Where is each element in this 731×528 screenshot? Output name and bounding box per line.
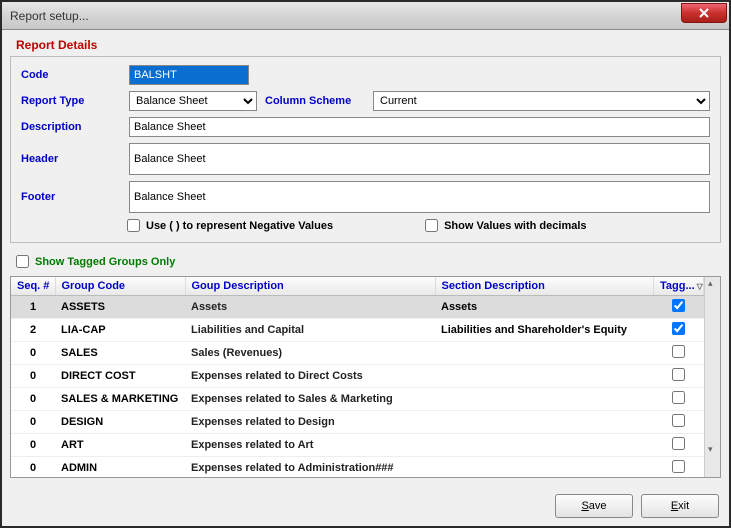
cell-section-desc: Liabilities and Shareholder's Equity — [435, 319, 654, 342]
col-tagged[interactable]: Tagg...▽ — [654, 277, 704, 296]
cell-group-desc: Expenses related to Art — [185, 434, 435, 457]
cell-section-desc: Assets — [435, 296, 654, 319]
neg-paren-checkbox[interactable] — [127, 219, 140, 232]
cell-group-code: ADMIN — [55, 457, 185, 478]
header-input[interactable] — [129, 143, 710, 175]
save-button[interactable]: Save — [555, 494, 633, 518]
cell-section-desc — [435, 388, 654, 411]
exit-button[interactable]: Exit — [641, 494, 719, 518]
cell-section-desc — [435, 342, 654, 365]
report-type-select[interactable]: Balance Sheet — [129, 91, 257, 111]
column-scheme-label: Column Scheme — [265, 95, 365, 107]
cell-tagged — [654, 365, 704, 388]
cell-tagged — [654, 296, 704, 319]
save-btn-rest: ave — [589, 500, 607, 512]
tagged-only-label: Show Tagged Groups Only — [35, 256, 175, 268]
cell-tagged — [654, 388, 704, 411]
table-row[interactable]: 0DESIGNExpenses related to Design — [11, 411, 704, 434]
tagged-checkbox[interactable] — [672, 322, 685, 335]
table-row[interactable]: 1ASSETSAssetsAssets — [11, 296, 704, 319]
sort-desc-icon: ▽ — [697, 282, 703, 291]
show-decimals-label: Show Values with decimals — [444, 220, 586, 232]
description-input[interactable] — [129, 117, 710, 137]
cell-tagged — [654, 342, 704, 365]
cell-group-desc: Assets — [185, 296, 435, 319]
tagged-only-checkbox[interactable] — [16, 255, 29, 268]
close-button[interactable] — [681, 3, 727, 23]
dialog-content: Report Details Code Report Type Balance … — [2, 30, 729, 526]
cell-section-desc — [435, 365, 654, 388]
tagged-checkbox[interactable] — [672, 437, 685, 450]
show-decimals-checkbox[interactable] — [425, 219, 438, 232]
tagged-checkbox[interactable] — [672, 345, 685, 358]
col-section-desc[interactable]: Section Description — [435, 277, 654, 296]
cell-seq: 0 — [11, 365, 55, 388]
tagged-checkbox[interactable] — [672, 414, 685, 427]
col-seq[interactable]: Seq. # — [11, 277, 55, 296]
cell-seq: 0 — [11, 388, 55, 411]
cell-seq: 0 — [11, 411, 55, 434]
cell-seq: 1 — [11, 296, 55, 319]
cell-seq: 0 — [11, 434, 55, 457]
code-label: Code — [21, 69, 121, 81]
cell-group-desc: Expenses related to Design — [185, 411, 435, 434]
cell-seq: 0 — [11, 457, 55, 478]
cell-section-desc — [435, 457, 654, 478]
tagged-checkbox[interactable] — [672, 460, 685, 473]
report-details-box: Code Report Type Balance Sheet Column Sc… — [10, 56, 721, 243]
col-group-code[interactable]: Group Code — [55, 277, 185, 296]
close-icon — [698, 7, 710, 19]
cell-tagged — [654, 411, 704, 434]
col-group-desc[interactable]: Goup Description — [185, 277, 435, 296]
exit-btn-rest: xit — [678, 500, 689, 512]
table-row[interactable]: 0ADMINExpenses related to Administration… — [11, 457, 704, 478]
table-row[interactable]: 2LIA-CAPLiabilities and CapitalLiabiliti… — [11, 319, 704, 342]
window-title: Report setup... — [10, 9, 89, 23]
cell-group-desc: Expenses related to Direct Costs — [185, 365, 435, 388]
code-input[interactable] — [129, 65, 249, 85]
cell-group-code: LIA-CAP — [55, 319, 185, 342]
header-label: Header — [21, 153, 121, 165]
section-title: Report Details — [10, 38, 721, 52]
cell-group-code: ART — [55, 434, 185, 457]
cell-group-code: DESIGN — [55, 411, 185, 434]
cell-group-desc: Sales (Revenues) — [185, 342, 435, 365]
cell-section-desc — [435, 434, 654, 457]
column-scheme-select[interactable]: Current — [373, 91, 710, 111]
footer-input[interactable] — [129, 181, 710, 213]
cell-group-desc: Expenses related to Administration### — [185, 457, 435, 478]
cell-seq: 0 — [11, 342, 55, 365]
cell-tagged — [654, 434, 704, 457]
cell-tagged — [654, 319, 704, 342]
neg-paren-label: Use ( ) to represent Negative Values — [146, 220, 333, 232]
description-label: Description — [21, 121, 121, 133]
report-type-label: Report Type — [21, 95, 121, 107]
cell-group-code: SALES — [55, 342, 185, 365]
groups-grid: Seq. # Group Code Goup Description Secti… — [10, 276, 721, 478]
cell-tagged — [654, 457, 704, 478]
cell-group-desc: Liabilities and Capital — [185, 319, 435, 342]
tagged-checkbox[interactable] — [672, 391, 685, 404]
table-row[interactable]: 0DIRECT COSTExpenses related to Direct C… — [11, 365, 704, 388]
cell-group-desc: Expenses related to Sales & Marketing — [185, 388, 435, 411]
table-row[interactable]: 0SALES & MARKETINGExpenses related to Sa… — [11, 388, 704, 411]
cell-group-code: SALES & MARKETING — [55, 388, 185, 411]
titlebar: Report setup... — [2, 2, 729, 30]
cell-group-code: DIRECT COST — [55, 365, 185, 388]
tagged-checkbox[interactable] — [672, 368, 685, 381]
footer-label: Footer — [21, 191, 121, 203]
tagged-checkbox[interactable] — [672, 299, 685, 312]
table-row[interactable]: 0ARTExpenses related to Art — [11, 434, 704, 457]
grid-scrollbar[interactable] — [704, 277, 720, 477]
cell-section-desc — [435, 411, 654, 434]
cell-group-code: ASSETS — [55, 296, 185, 319]
cell-seq: 2 — [11, 319, 55, 342]
table-row[interactable]: 0SALESSales (Revenues) — [11, 342, 704, 365]
